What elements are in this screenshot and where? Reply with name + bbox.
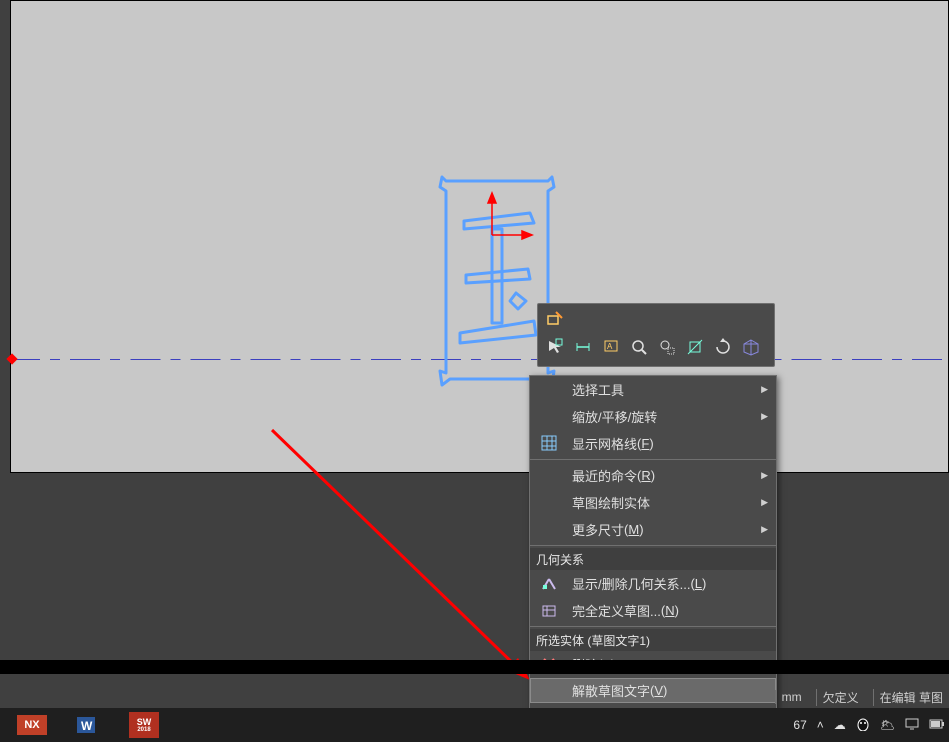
note-icon[interactable]: A <box>600 336 622 358</box>
menu-show-grid[interactable]: 显示网格线 (F) <box>530 430 776 457</box>
menu-header-relations: 几何关系 <box>530 548 776 570</box>
menu-more-dimensions[interactable]: 更多尺寸(M) <box>530 516 776 543</box>
taskbar-word[interactable]: W <box>62 710 114 740</box>
menu-label: 最近的命令 <box>572 466 637 485</box>
define-icon <box>538 599 560 621</box>
zoom-fit-icon[interactable] <box>628 336 650 358</box>
exit-sketch-icon[interactable] <box>544 308 566 330</box>
system-tray: 67 ˄ ☁ 🌥 <box>793 708 945 742</box>
menu-label: 更多尺寸 <box>572 520 624 539</box>
tray-cloud-icon[interactable]: ☁ <box>834 718 846 732</box>
normal-to-icon[interactable] <box>684 336 706 358</box>
menu-recent-commands[interactable]: 最近的命令(R) <box>530 462 776 489</box>
relations-icon <box>538 572 560 594</box>
tray-weather-icon[interactable]: 🌥 <box>880 718 895 732</box>
menu-hotkey: (F) <box>637 436 654 451</box>
tray-monitor-icon[interactable] <box>905 718 919 733</box>
status-mode: 在编辑 草图 <box>873 689 949 706</box>
svg-text:A: A <box>607 342 613 351</box>
menu-separator <box>530 626 776 627</box>
menu-label: 选择工具 <box>572 380 624 399</box>
divider-strip <box>0 660 949 674</box>
status-bar: mm 欠定义 在编辑 草图 <box>775 686 949 708</box>
menu-select-tools[interactable]: 选择工具 <box>530 376 776 403</box>
rotate-view-icon[interactable] <box>712 336 734 358</box>
menu-sketch-entities[interactable]: 草图绘制实体 <box>530 489 776 516</box>
dimension-icon[interactable] <box>572 336 594 358</box>
grid-icon <box>538 432 560 454</box>
status-state: 欠定义 <box>816 689 865 706</box>
menu-label: 草图绘制实体 <box>572 493 650 512</box>
menu-label: 完全定义草图... <box>572 601 661 620</box>
menu-label: 显示/删除几何关系... <box>572 574 690 593</box>
origin-marker <box>6 353 17 364</box>
context-mini-toolbar: A <box>537 303 775 367</box>
sketch-viewport[interactable] <box>10 0 949 473</box>
context-menu: 选择工具 缩放/平移/旋转 显示网格线 (F) 最近的命令(R) 草图绘制实体 … <box>529 375 777 731</box>
taskbar-nx[interactable]: NX <box>6 710 58 740</box>
select-other-icon[interactable] <box>544 336 566 358</box>
menu-show-delete-relations[interactable]: 显示/删除几何关系... (L) <box>530 570 776 597</box>
menu-zoom-pan-rotate[interactable]: 缩放/平移/旋转 <box>530 403 776 430</box>
menu-header-selected-entity: 所选实体 (草图文字1) <box>530 629 776 651</box>
menu-separator <box>530 545 776 546</box>
zoom-area-icon[interactable] <box>656 336 678 358</box>
menu-hotkey: (R) <box>637 468 655 483</box>
tray-battery-icon[interactable] <box>929 718 945 732</box>
menu-separator <box>530 459 776 460</box>
svg-text:W: W <box>81 719 93 733</box>
menu-fully-define-sketch[interactable]: 完全定义草图... (N) <box>530 597 776 624</box>
menu-hotkey: (L) <box>690 576 706 591</box>
windows-taskbar: NX W SW2018 67 ˄ ☁ 🌥 <box>0 708 949 742</box>
taskbar-solidworks[interactable]: SW2018 <box>118 710 170 740</box>
menu-hotkey: (M) <box>624 522 644 537</box>
menu-label: 缩放/平移/旋转 <box>572 407 657 426</box>
tray-chevron-up-icon[interactable]: ˄ <box>817 718 824 732</box>
menu-dissolve-sketch-text[interactable]: 解散草图文字 (V) <box>530 678 776 703</box>
isometric-icon[interactable] <box>740 336 762 358</box>
menu-hotkey: (N) <box>661 603 679 618</box>
menu-label: 解散草图文字 <box>572 681 650 700</box>
menu-hotkey: (V) <box>650 683 667 698</box>
status-unit: mm <box>775 690 808 704</box>
menu-label: 显示网格线 <box>572 434 637 453</box>
tray-value: 67 <box>793 718 806 732</box>
tray-qq-icon[interactable] <box>856 717 870 734</box>
